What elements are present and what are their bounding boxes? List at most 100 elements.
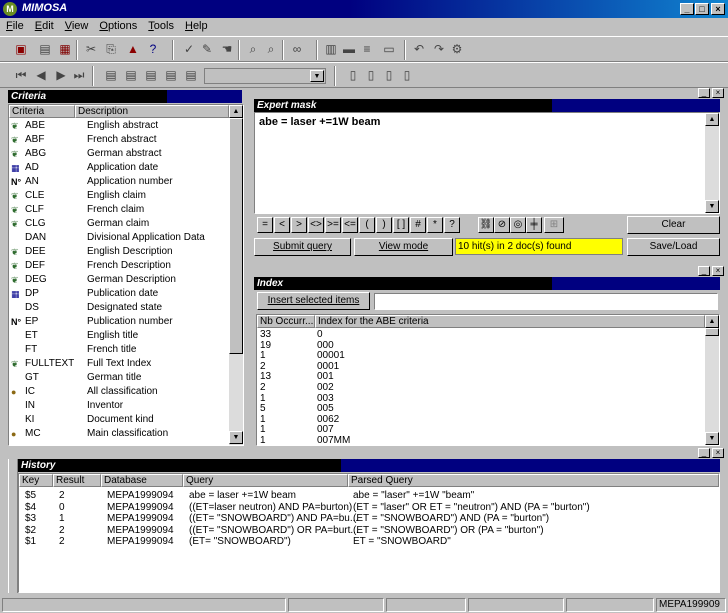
criteria-row[interactable]: ❦ FULLTEXT Full Text Index (11, 357, 239, 371)
last-record-icon[interactable]: ⏭ (70, 67, 88, 84)
tools-icon[interactable]: ⚙ (448, 41, 466, 58)
scroll-up-icon[interactable]: ▲ (705, 315, 719, 328)
index-row[interactable]: 2 002 (259, 383, 699, 393)
layout-list-icon[interactable]: ≡ (358, 41, 376, 58)
index-row[interactable]: 1 007 (259, 425, 699, 435)
criteria-row[interactable]: ❦ ABE English abstract (11, 119, 239, 133)
submit-query-button[interactable]: Submit query (254, 238, 351, 256)
operator-button[interactable]: > (291, 217, 307, 233)
operator-button[interactable]: = (257, 217, 273, 233)
history-dock-handle[interactable] (8, 459, 18, 593)
clear-button[interactable]: Clear (627, 216, 720, 234)
layout-tile-icon[interactable]: ▥ (322, 41, 340, 58)
menu-help[interactable]: Help (179, 18, 213, 32)
criteria-row[interactable]: ❦ CLG German claim (11, 217, 239, 231)
history-row[interactable]: $3 1 MEPA1999094 ((ET= "SNOWBOARD") AND PA=… (19, 513, 719, 524)
expert-query-text[interactable]: abe = laser +=1W beam (259, 116, 380, 128)
index-row[interactable]: 1 003 (259, 393, 699, 404)
maximize-button[interactable]: □ (695, 3, 709, 15)
close-button[interactable]: × (711, 3, 725, 15)
copy-icon[interactable]: ⎘ (102, 41, 120, 58)
index-column-header[interactable]: Index for the ABE criteria (315, 315, 705, 328)
layout-cascade-icon[interactable]: ▭ (380, 41, 398, 58)
criteria-row[interactable]: GT German title (11, 371, 239, 385)
occurrence-column-header[interactable]: Nb Occurr... (257, 315, 315, 328)
page-4-icon[interactable]: ▯ (398, 67, 416, 84)
layout-horizontal-icon[interactable]: ▬ (340, 41, 358, 58)
operator-button[interactable]: ) (376, 217, 392, 233)
history-close-icon[interactable]: × (712, 448, 724, 458)
scroll-down-icon[interactable]: ▼ (705, 432, 719, 445)
criteria-list[interactable]: Criteria Description ❦ ABE English abstrac… (8, 104, 244, 446)
check-icon[interactable]: ✓ (180, 41, 198, 58)
operator-button[interactable]: <= (342, 217, 358, 233)
criteria-column-header[interactable]: Criteria (9, 105, 75, 118)
scroll-thumb[interactable] (705, 328, 719, 336)
first-record-icon[interactable]: ⏮ (12, 67, 30, 84)
expand-icon[interactable]: ⊞ (544, 217, 564, 233)
database-column-header[interactable]: Database (101, 474, 183, 487)
operator-button[interactable]: [ ] (393, 217, 409, 233)
index-row[interactable]: 19 000 (259, 340, 699, 351)
index-row[interactable]: 1 0062 (259, 414, 699, 425)
database-icon[interactable]: ▣ (12, 41, 30, 58)
binoculars-icon[interactable]: ∞ (288, 41, 306, 58)
criteria-row[interactable]: ▦ DP Publication date (11, 287, 239, 301)
help-pointer-icon[interactable]: ? (144, 41, 162, 58)
zoom-out-icon[interactable]: ⌕ (262, 41, 280, 58)
criteria-row[interactable]: N° EP Publication number (11, 315, 239, 329)
print-preview-icon[interactable]: ▤ (36, 41, 54, 58)
expert-close-icon[interactable]: × (712, 88, 724, 98)
operator-button[interactable]: >= (325, 217, 341, 233)
menu-tools[interactable]: Tools (142, 18, 179, 32)
page-2-icon[interactable]: ▯ (362, 67, 380, 84)
result-column-header[interactable]: Result (53, 474, 101, 487)
save-load-button[interactable]: Save/Load (627, 238, 720, 256)
criteria-row[interactable]: ET English title (11, 329, 239, 343)
index-row[interactable]: 1 007MM (259, 436, 699, 446)
key-column-header[interactable]: Key (19, 474, 53, 487)
history-minimize-icon[interactable]: _ (698, 448, 710, 458)
history-row[interactable]: $4 0 MEPA1999094 ((ET=laser neutron) AND PA… (19, 502, 719, 513)
operator-button[interactable]: ? (444, 217, 460, 233)
pen-icon[interactable]: ✎ (198, 41, 216, 58)
criteria-row[interactable]: ❦ DEG German Description (11, 273, 239, 287)
history-row[interactable]: $2 2 MEPA1999094 ((ET= "SNOWBOARD") OR PA=b… (19, 525, 719, 536)
title-bar[interactable]: M MIMOSA _ □ × (0, 0, 728, 18)
criteria-row[interactable]: ● IC All classification (11, 385, 239, 399)
index-row[interactable]: 5 005 (259, 404, 699, 414)
criteria-scrollbar[interactable]: ▲ ▼ (229, 105, 243, 445)
zoom-in-icon[interactable]: ⌕ (244, 41, 262, 58)
previous-record-icon[interactable]: ◀ (32, 67, 50, 84)
scroll-down-icon[interactable]: ▼ (705, 200, 719, 213)
doc-view-3-icon[interactable]: ▤ (142, 67, 160, 84)
history-row[interactable]: $1 2 MEPA1999094 (ET= "SNOWBOARD") ET = "SNO… (19, 536, 719, 547)
criteria-row[interactable]: ❦ CLE English claim (11, 189, 239, 203)
term-icon[interactable]: ╪ (526, 217, 542, 233)
index-search-input[interactable] (374, 293, 718, 310)
history-table[interactable]: Key Result Database Query Parsed Query $… (18, 473, 720, 593)
doc-view-4-icon[interactable]: ▤ (162, 67, 180, 84)
criteria-row[interactable]: KI Document kind (11, 413, 239, 427)
cut-icon[interactable]: ✂ (82, 41, 100, 58)
view-mode-button[interactable]: View mode (354, 238, 453, 256)
index-close-icon[interactable]: × (712, 266, 724, 276)
expert-query-editor[interactable]: abe = laser +=1W beam ▲ ▼ (254, 112, 720, 214)
criteria-row[interactable]: ▦ AD Application date (11, 161, 239, 175)
criteria-row[interactable]: DS Designated state (11, 301, 239, 315)
index-row[interactable]: 1 00001 (259, 351, 699, 361)
index-row[interactable]: 2 0001 (259, 361, 699, 372)
scroll-thumb[interactable] (229, 118, 243, 354)
expert-minimize-icon[interactable]: _ (698, 88, 710, 98)
expert-scrollbar[interactable]: ▲ ▼ (705, 113, 719, 213)
operator-button[interactable]: * (427, 217, 443, 233)
page-1-icon[interactable]: ▯ (344, 67, 362, 84)
document-select[interactable]: ▼ (204, 68, 326, 84)
description-column-header[interactable]: Description (75, 105, 229, 118)
criteria-row[interactable]: FT French title (11, 343, 239, 357)
doc-view-5-icon[interactable]: ▤ (182, 67, 200, 84)
query-column-header[interactable]: Query (183, 474, 348, 487)
target-icon[interactable]: ◎ (510, 217, 526, 233)
menu-file[interactable]: File (0, 18, 29, 32)
redo-icon[interactable]: ↷ (430, 41, 448, 58)
